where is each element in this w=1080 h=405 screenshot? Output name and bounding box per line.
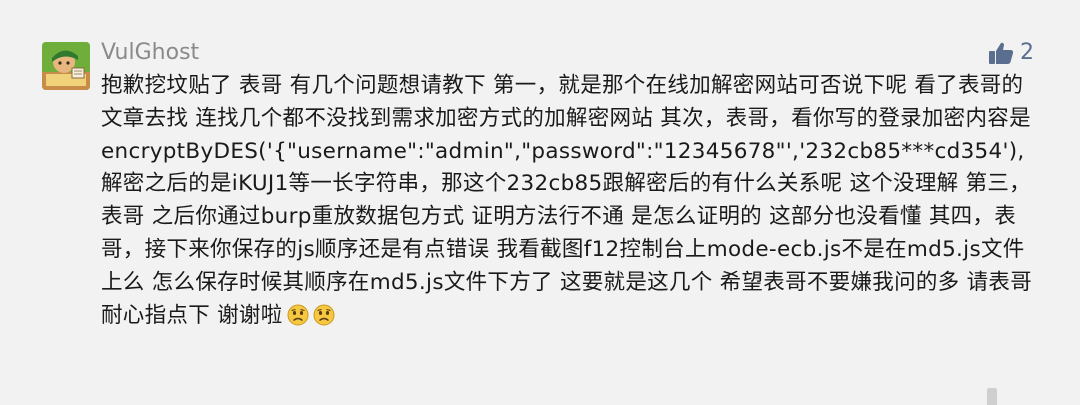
scroll-indicator — [987, 388, 997, 405]
comment-body: 抱歉挖坟贴了 表哥 有几个问题想请教下 第一，就是那个在线加解密网站可否说下呢 … — [101, 70, 1036, 332]
avatar-image — [42, 42, 90, 90]
comment-text: 抱歉挖坟贴了 表哥 有几个问题想请教下 第一，就是那个在线加解密网站可否说下呢 … — [101, 73, 1033, 328]
like-button[interactable]: 2 — [988, 38, 1034, 68]
avatar[interactable] — [42, 42, 90, 90]
sad-face-emoji — [287, 304, 309, 326]
username[interactable]: VulGhost — [101, 38, 199, 68]
like-count: 2 — [1020, 40, 1034, 65]
thumbs-up-icon — [988, 41, 1014, 65]
sad-face-emoji — [313, 304, 335, 326]
comment-item: VulGhost 2 抱歉挖坟贴了 表哥 有几个问题想请教下 第一，就是那个在线… — [0, 0, 1080, 405]
